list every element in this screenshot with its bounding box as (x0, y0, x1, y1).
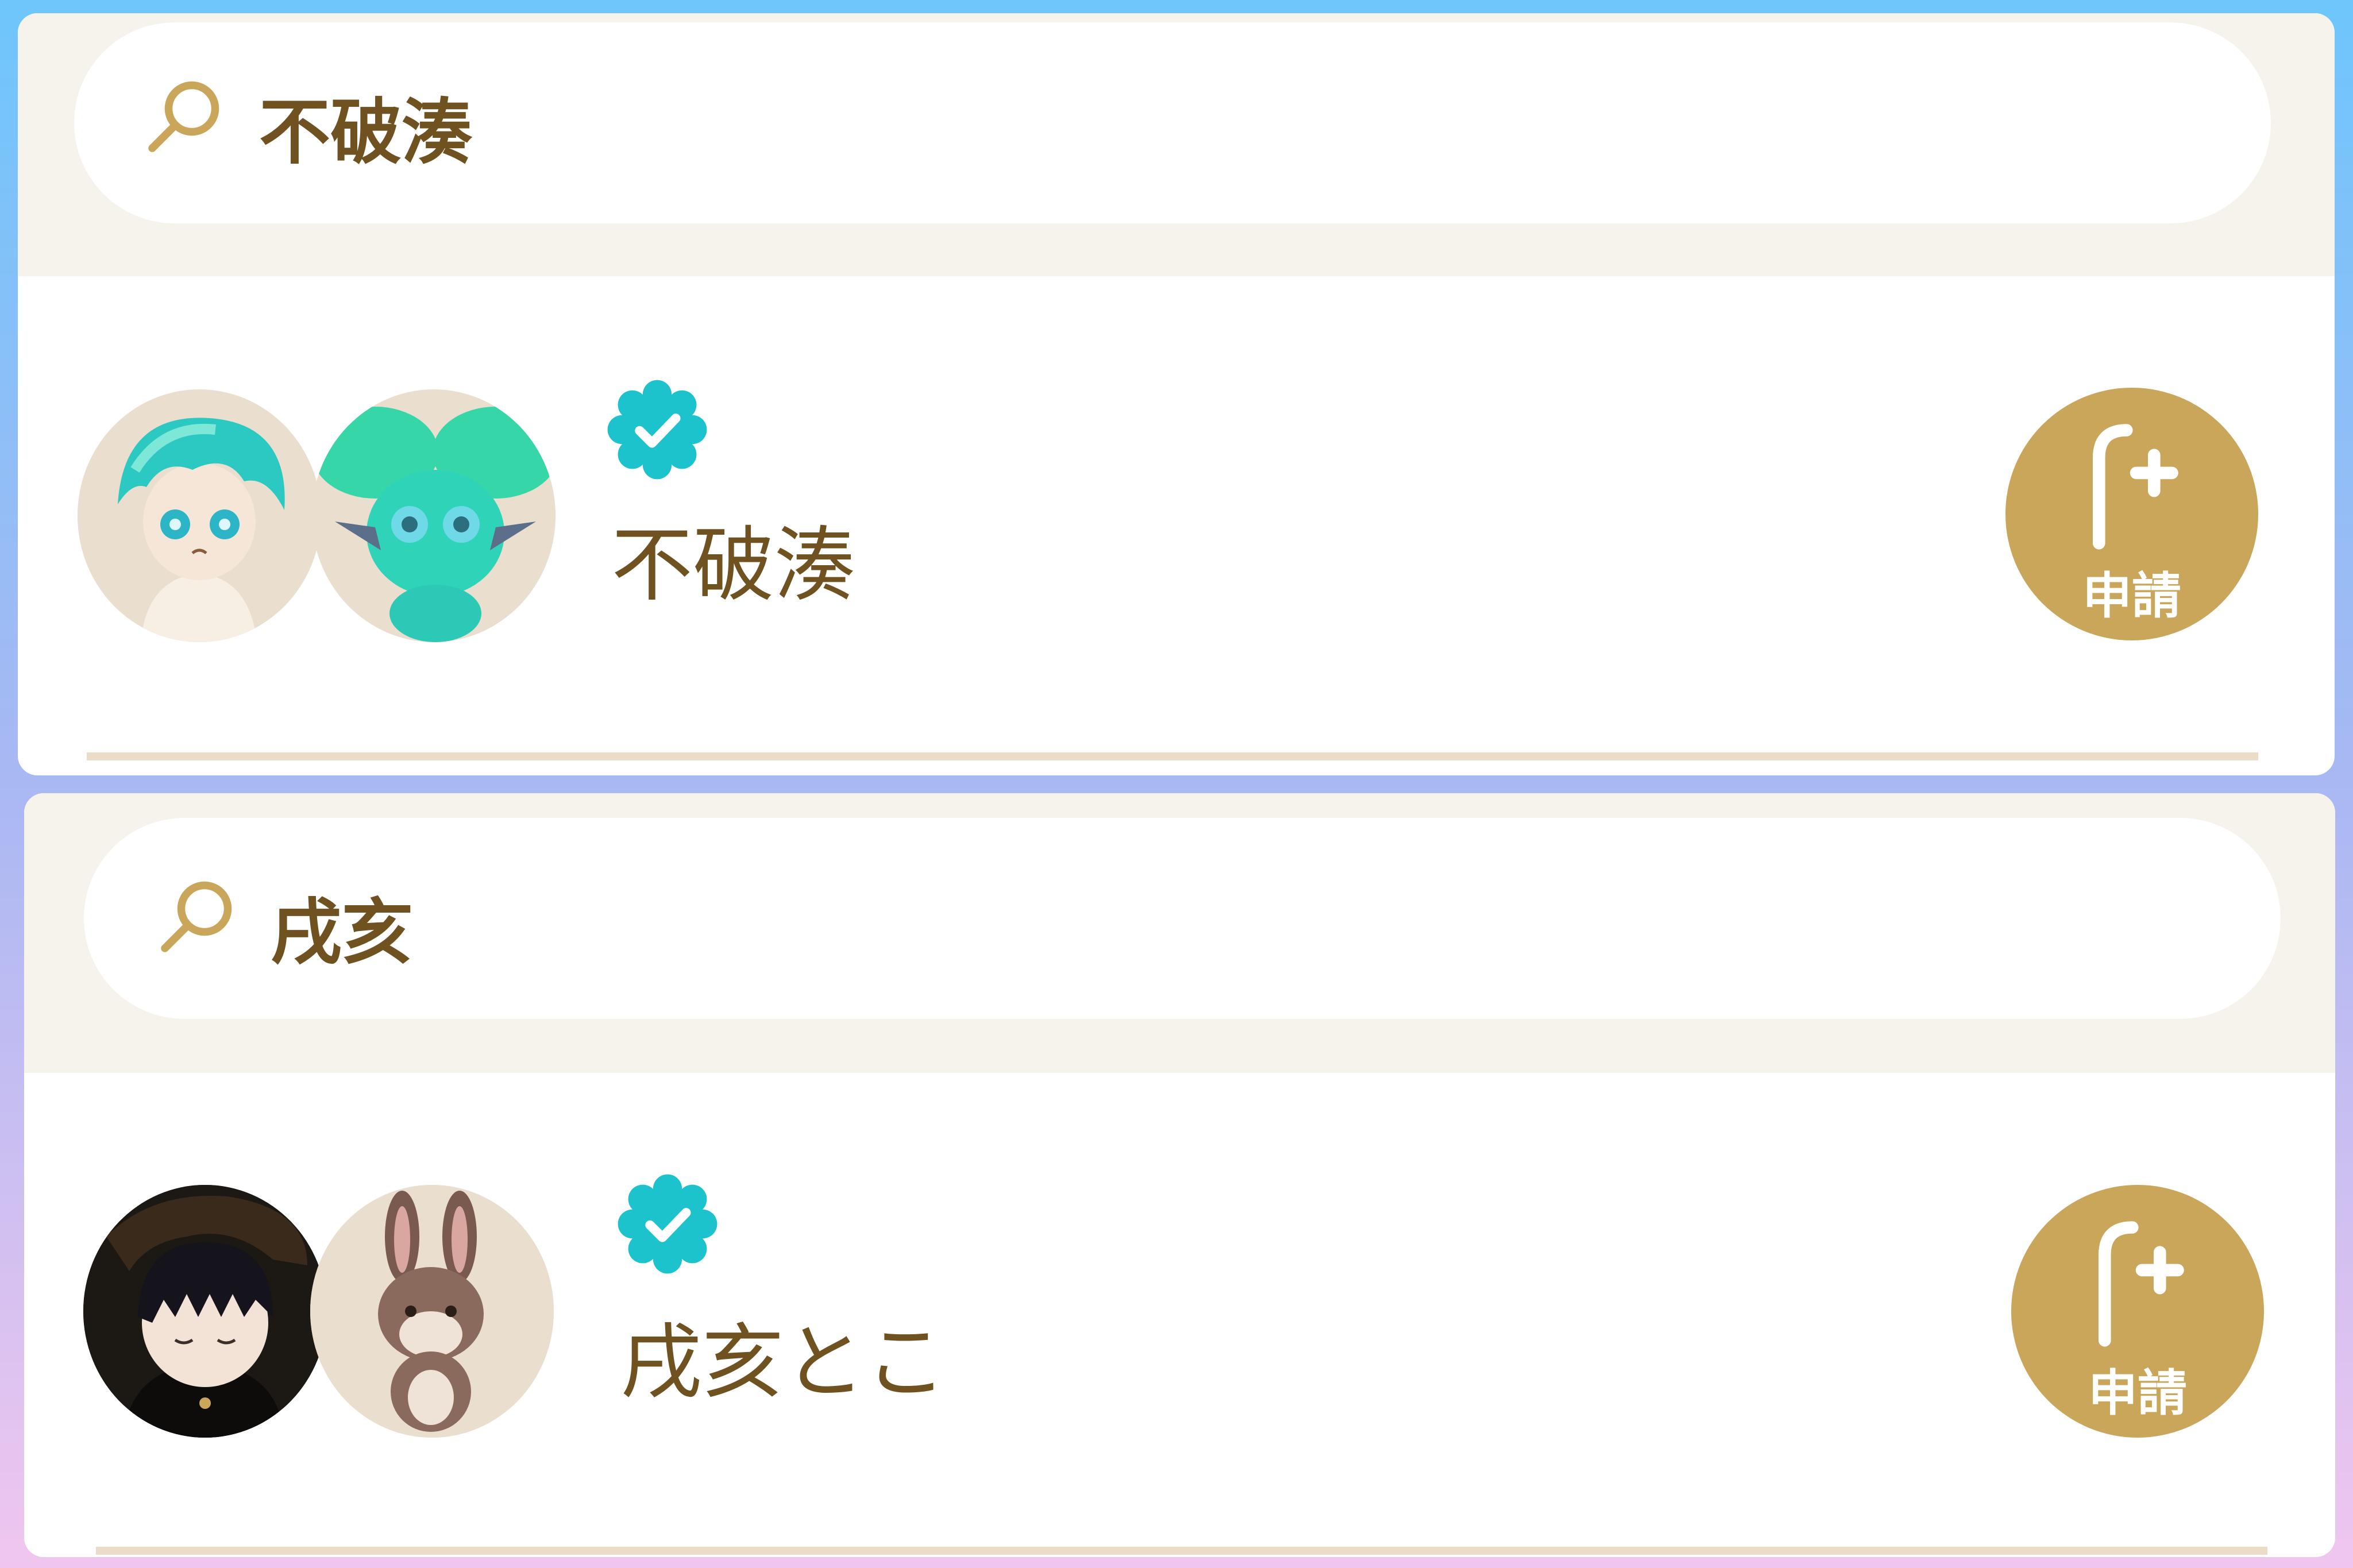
friend-request-button[interactable]: 申請 (2005, 388, 2258, 640)
user-name[interactable]: 戌亥とこ (620, 1296, 947, 1414)
character-avatar-image (83, 1185, 327, 1438)
search-bar-area: 不破湊 (18, 13, 2335, 276)
avatar[interactable] (78, 389, 321, 642)
friend-plus-icon (2093, 424, 2178, 550)
search-input[interactable]: 不破湊 (74, 22, 2271, 223)
avatar[interactable] (310, 1185, 554, 1438)
search-query[interactable]: 不破湊 (259, 74, 473, 177)
search-input[interactable]: 戌亥 (84, 818, 2281, 1019)
avatar[interactable] (83, 1185, 327, 1438)
row-divider (87, 752, 2258, 760)
rabbit-avatar-image (310, 1185, 554, 1438)
request-label: 申請 (2088, 1365, 2187, 1422)
request-label: 申請 (2082, 567, 2181, 625)
search-icon (148, 81, 219, 152)
character-avatar-image (78, 389, 321, 642)
creature-avatar-image (312, 389, 556, 642)
search-result-panel: 不破湊 不破湊 申請 (18, 13, 2335, 775)
search-result-panel: 戌亥 戌亥とこ 申請 (24, 793, 2335, 1557)
friend-plus-icon (2099, 1221, 2184, 1347)
verified-badge-icon (618, 1174, 718, 1274)
row-divider (96, 1547, 2267, 1555)
verified-badge-icon (607, 380, 707, 480)
user-name[interactable]: 不破湊 (611, 499, 856, 617)
search-query[interactable]: 戌亥 (271, 874, 413, 978)
search-bar-area: 戌亥 (24, 793, 2335, 1073)
friend-request-button[interactable]: 申請 (2011, 1185, 2264, 1438)
search-icon (161, 881, 232, 952)
avatar[interactable] (312, 389, 556, 642)
